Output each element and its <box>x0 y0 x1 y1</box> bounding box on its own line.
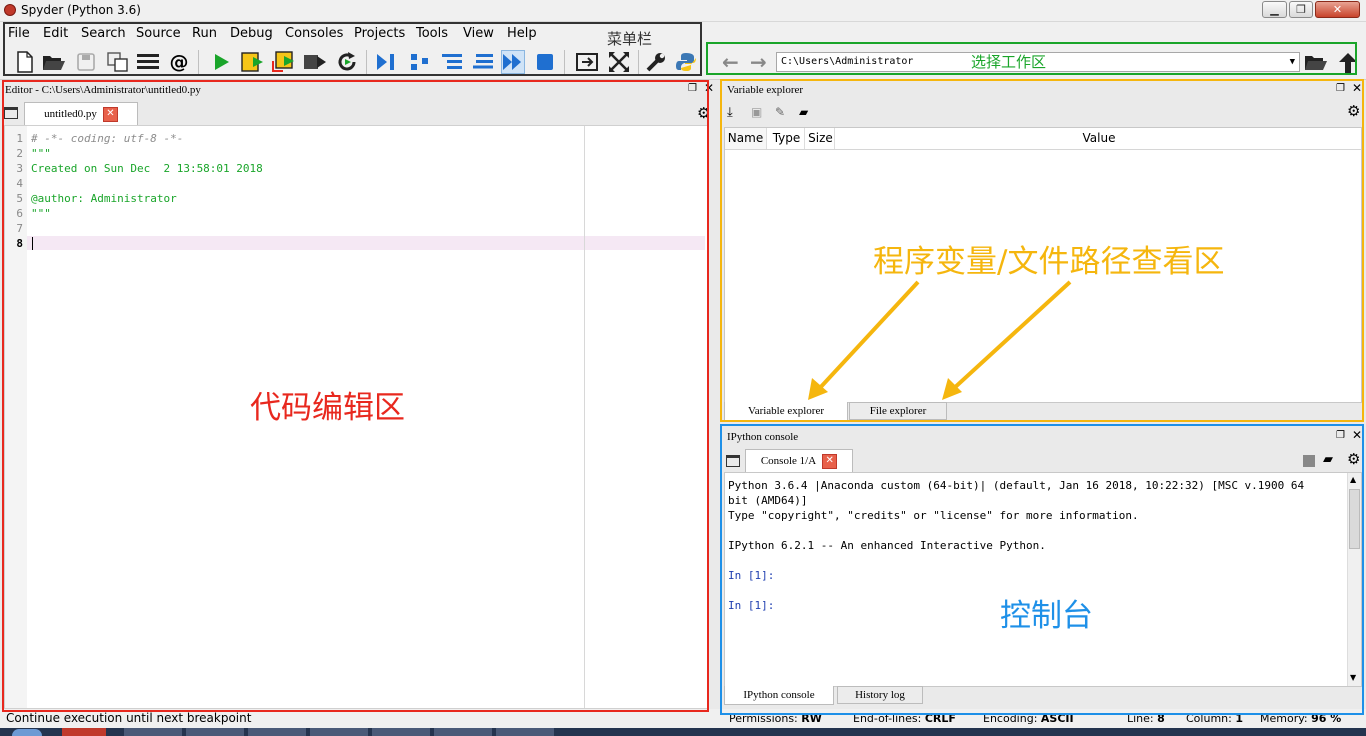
start-button[interactable] <box>12 729 42 736</box>
taskbar-item[interactable] <box>186 728 244 736</box>
editor-annotation-label: 代码编辑区 <box>250 390 405 426</box>
taskbar-item[interactable] <box>248 728 306 736</box>
annotation-arrows <box>808 280 1072 400</box>
spyder-logo-icon <box>4 4 16 16</box>
taskbar <box>0 728 1366 736</box>
restore-button[interactable]: ❐ <box>1289 1 1313 18</box>
console-annotation-label: 控制台 <box>1000 598 1093 634</box>
menubar-annotation-box <box>3 22 702 76</box>
console-annotation-box <box>720 424 1364 715</box>
minimize-button[interactable]: ▁ <box>1262 1 1287 18</box>
taskbar-item[interactable] <box>496 728 554 736</box>
window-title: Spyder (Python 3.6) <box>21 3 141 17</box>
taskbar-item[interactable] <box>62 728 106 736</box>
title-bar: Spyder (Python 3.6) ▁ ❐ ✕ <box>0 0 1366 22</box>
workdir-annotation-label: 选择工作区 <box>971 53 1047 71</box>
status-message: Continue execution until next breakpoint <box>6 711 252 725</box>
taskbar-item[interactable] <box>434 728 492 736</box>
menubar-annotation-label: 菜单栏 <box>607 30 653 48</box>
taskbar-item[interactable] <box>310 728 368 736</box>
close-window-button[interactable]: ✕ <box>1315 1 1360 18</box>
taskbar-item[interactable] <box>124 728 182 736</box>
taskbar-item[interactable] <box>372 728 430 736</box>
